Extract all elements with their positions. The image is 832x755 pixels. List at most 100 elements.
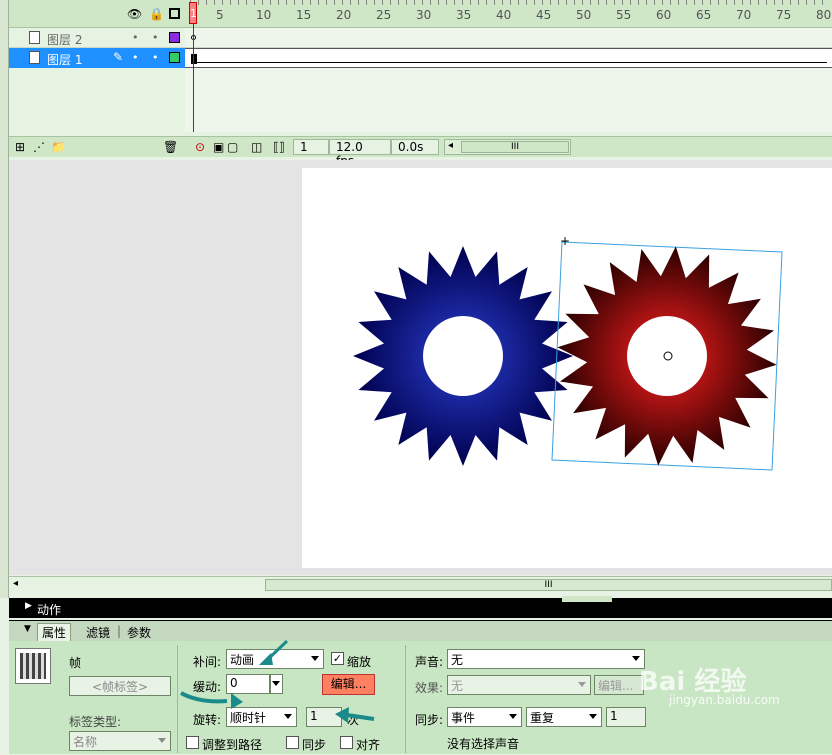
ruler-tick — [342, 0, 343, 5]
scroll-left-icon[interactable]: ◂ — [13, 578, 18, 589]
ruler-tick — [422, 0, 423, 5]
ruler-tick — [662, 0, 663, 5]
ruler-tick — [470, 0, 471, 5]
ruler-tick — [358, 0, 359, 5]
ruler-tick — [438, 0, 439, 5]
ruler-tick — [222, 0, 223, 5]
ruler-tick — [238, 0, 239, 5]
ruler-tick — [630, 0, 631, 5]
center-frame-icon[interactable]: ⊙ — [195, 140, 205, 154]
scroll-left-icon[interactable]: ◂ — [448, 140, 453, 151]
eye-icon[interactable]: 👁 — [127, 8, 142, 20]
layer-color-box[interactable] — [169, 52, 180, 63]
ruler-tick — [350, 0, 351, 5]
add-layer-icon[interactable]: ⊞ — [15, 140, 25, 154]
current-frame-field: 1 — [293, 139, 329, 155]
lock-icon[interactable]: 🔒 — [149, 8, 164, 20]
frames-area[interactable] — [185, 28, 832, 132]
ruler-tick — [742, 0, 743, 5]
ruler-number: 80 — [816, 8, 832, 22]
ruler-tick — [782, 0, 783, 5]
outline-icon[interactable] — [169, 8, 180, 19]
ruler-tick — [518, 0, 519, 5]
ruler-tick — [558, 0, 559, 5]
playhead-frame-number: 1 — [190, 7, 197, 20]
ruler-tick — [814, 0, 815, 5]
ruler-tick — [614, 0, 615, 5]
ruler-tick — [718, 0, 719, 5]
visibility-dot[interactable]: • — [132, 51, 139, 64]
fps-field[interactable]: 12.0 fps — [329, 139, 391, 168]
ruler-tick — [246, 0, 247, 5]
ruler-tick — [294, 0, 295, 5]
ruler-tick — [678, 0, 679, 5]
timeline-header: 👁 🔒 5 10 15 20 25 30 35 40 45 50 55 60 65 70 75 80 — [9, 0, 832, 28]
expand-arrow-icon[interactable]: ▶ — [25, 601, 32, 611]
ruler-tick — [550, 0, 551, 5]
ruler-tick — [638, 0, 639, 5]
lock-dot[interactable]: • — [152, 31, 159, 44]
ruler-tick — [262, 0, 263, 5]
ruler-tick — [606, 0, 607, 5]
ruler-tick — [366, 0, 367, 5]
stage-canvas[interactable]: + — [302, 168, 832, 568]
layer-row-1[interactable]: 图层 1 ✎ • • — [9, 48, 185, 68]
ruler-tick — [758, 0, 759, 5]
ruler-tick — [590, 0, 591, 5]
actions-panel-bar[interactable]: ▶ 动作 — [9, 596, 832, 618]
ruler-tick — [534, 0, 535, 5]
watermark-url: jingyan.baidu.com — [669, 693, 780, 707]
time-field: 0.0s — [391, 139, 439, 155]
ruler-tick — [406, 0, 407, 5]
ruler-tick — [646, 0, 647, 5]
ruler-number: 45 — [536, 8, 552, 22]
ruler-tick — [542, 0, 543, 5]
timeline-scrollbar[interactable]: ◂ III — [444, 139, 571, 155]
add-folder-icon[interactable]: 📁 — [51, 140, 66, 154]
panel-resize-handle[interactable] — [562, 596, 612, 602]
frame-row[interactable] — [185, 28, 832, 48]
ruler-number: 75 — [776, 8, 792, 22]
edit-multiple-icon[interactable]: ◫ — [251, 140, 262, 154]
ruler-number: 65 — [696, 8, 712, 22]
scroll-thumb[interactable]: III — [461, 141, 569, 153]
ruler-tick — [206, 0, 207, 5]
ruler-number: 35 — [456, 8, 472, 22]
layer-icon — [29, 31, 40, 44]
ruler-tick — [486, 0, 487, 5]
ruler-tick — [270, 0, 271, 5]
ruler-tick — [334, 0, 335, 5]
ruler-tick — [686, 0, 687, 5]
tween-line — [197, 62, 827, 63]
ruler-tick — [214, 0, 215, 5]
lock-dot[interactable]: • — [152, 51, 159, 64]
ruler-tick — [310, 0, 311, 5]
stage-svg: + — [353, 234, 783, 471]
ruler-tick — [670, 0, 671, 5]
ruler-tick — [390, 0, 391, 5]
scroll-thumb[interactable]: III — [265, 579, 832, 591]
layer-row-2[interactable]: 图层 2 • • — [9, 28, 185, 48]
ruler-tick — [734, 0, 735, 5]
layer-name: 图层 2 — [47, 33, 83, 47]
ruler-tick — [622, 0, 623, 5]
visibility-dot[interactable]: • — [132, 31, 139, 44]
ruler-tick — [806, 0, 807, 5]
onion-markers-icon[interactable]: ⟦⟧ — [273, 140, 285, 154]
ruler-tick — [414, 0, 415, 5]
trash-icon[interactable]: 🗑 — [163, 140, 178, 154]
layer-color-box[interactable] — [169, 32, 180, 43]
ruler-number: 10 — [256, 8, 272, 22]
stage-h-scrollbar[interactable]: ◂ III — [9, 576, 832, 592]
frame-ruler[interactable]: 5 10 15 20 25 30 35 40 45 50 55 60 65 70 75 80 — [185, 0, 832, 28]
properties-panel: ▼ 属性 滤镜 | 参数 帧 <帧标签> 标签类型: 名称 补间: 动画 ✓ 缩… — [9, 620, 832, 754]
actions-label: 动作 — [37, 603, 62, 617]
frame-row[interactable] — [185, 48, 832, 68]
add-guide-layer-icon[interactable]: ⋰ — [33, 140, 45, 154]
onion-skin-icon[interactable]: ▣ — [213, 140, 224, 154]
ruler-tick — [286, 0, 287, 5]
ruler-tick — [382, 0, 383, 5]
ruler-tick — [462, 0, 463, 5]
onion-outline-icon[interactable]: ▢ — [227, 140, 238, 154]
ruler-tick — [326, 0, 327, 5]
